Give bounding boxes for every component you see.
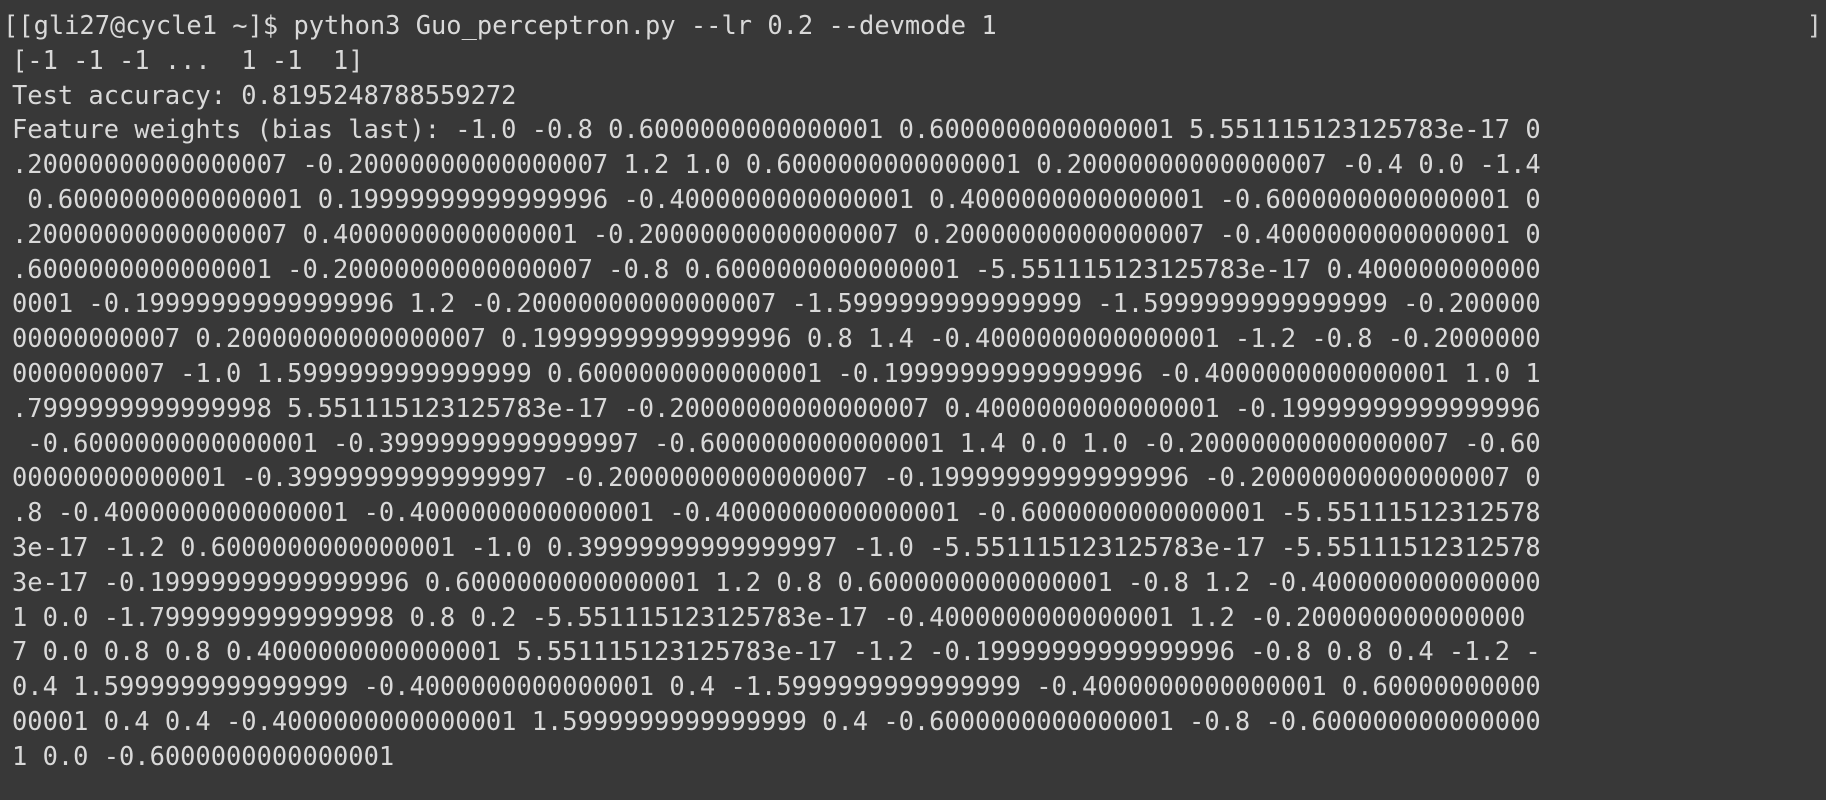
output-line: 1 0.0 -0.6000000000000001 bbox=[12, 740, 395, 771]
output-line: .20000000000000007 0.4000000000000001 -0… bbox=[12, 218, 1541, 249]
output-line: Feature weights (bias last): -1.0 -0.8 0… bbox=[12, 114, 1541, 145]
command-prompt-line: [[gli27@cycle1 ~]$ python3 Guo_perceptro… bbox=[3, 10, 997, 40]
output-line: 00000000007 0.20000000000000007 0.199999… bbox=[12, 323, 1541, 354]
output-line: 0.4 1.5999999999999999 -0.40000000000000… bbox=[12, 671, 1541, 702]
output-line: 00000000000001 -0.39999999999999997 -0.2… bbox=[12, 462, 1541, 493]
output-line: 00001 0.4 0.4 -0.4000000000000001 1.5999… bbox=[12, 705, 1541, 736]
line-end-marker: ] bbox=[1806, 10, 1822, 40]
output-line: .6000000000000001 -0.20000000000000007 -… bbox=[12, 253, 1541, 284]
output-line: 0000000007 -1.0 1.5999999999999999 0.600… bbox=[12, 357, 1541, 388]
output-line: -0.6000000000000001 -0.39999999999999997… bbox=[12, 427, 1541, 458]
output-line: 0.6000000000000001 0.19999999999999996 -… bbox=[12, 183, 1541, 214]
output-line: 1 0.0 -1.7999999999999998 0.8 0.2 -5.551… bbox=[12, 601, 1526, 632]
output-line: .8 -0.4000000000000001 -0.40000000000000… bbox=[12, 497, 1541, 528]
output-line: .20000000000000007 -0.20000000000000007 … bbox=[12, 149, 1541, 180]
terminal-window[interactable]: [[gli27@cycle1 ~]$ python3 Guo_perceptro… bbox=[0, 0, 1826, 800]
output-line: [-1 -1 -1 ... 1 -1 1] bbox=[12, 44, 364, 75]
output-line: .7999999999999998 5.551115123125783e-17 … bbox=[12, 392, 1541, 423]
output-line: 3e-17 -1.2 0.6000000000000001 -1.0 0.399… bbox=[12, 531, 1541, 562]
output-line: 3e-17 -0.19999999999999996 0.60000000000… bbox=[12, 566, 1541, 597]
output-line: Test accuracy: 0.8195248788559272 bbox=[12, 79, 517, 110]
output-line: 7 0.0 0.8 0.8 0.4000000000000001 5.55111… bbox=[12, 636, 1541, 667]
output-line: 0001 -0.19999999999999996 1.2 -0.2000000… bbox=[12, 288, 1541, 319]
